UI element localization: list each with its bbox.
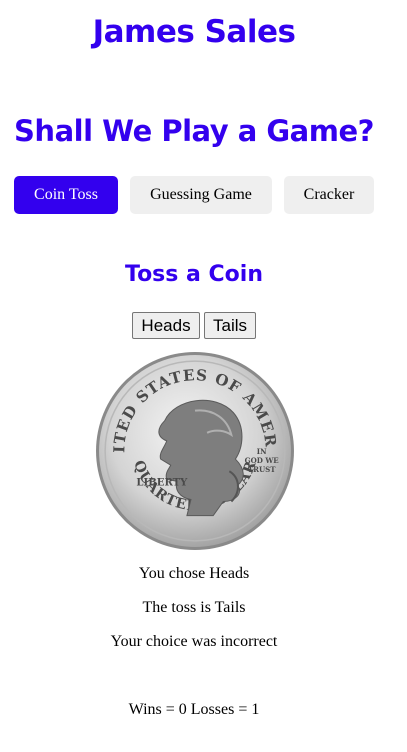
- cracker-button[interactable]: Cracker: [284, 176, 374, 214]
- coin-motto-line-1: IN: [257, 447, 267, 456]
- choice-text: You chose Heads: [138, 565, 250, 582]
- coin-motto-line-3: TRUST: [248, 465, 276, 474]
- site-title: James Sales: [92, 14, 296, 50]
- page-heading: Shall We Play a Game?: [14, 114, 374, 148]
- coin-toss-title: Toss a Coin: [124, 262, 263, 287]
- coin-toss-button[interactable]: Coin Toss: [14, 176, 118, 214]
- quarter-coin-icon: UNITED STATES OF AMERICA QUARTER DOLLAR …: [94, 350, 294, 550]
- game-nav: Coin Toss Guessing Game Cracker: [0, 176, 407, 214]
- score-text: Wins = 0 Losses = 1: [128, 701, 260, 718]
- coin-liberty-text: LIBERTY: [136, 477, 188, 488]
- toss-result-text: The toss is Tails: [142, 599, 246, 616]
- heads-button[interactable]: Heads: [132, 312, 200, 339]
- tails-button[interactable]: Tails: [204, 312, 256, 339]
- guessing-game-button[interactable]: Guessing Game: [130, 176, 272, 214]
- coin-motto-line-2: GOD WE: [245, 456, 280, 465]
- outcome-text: Your choice was incorrect: [110, 633, 278, 650]
